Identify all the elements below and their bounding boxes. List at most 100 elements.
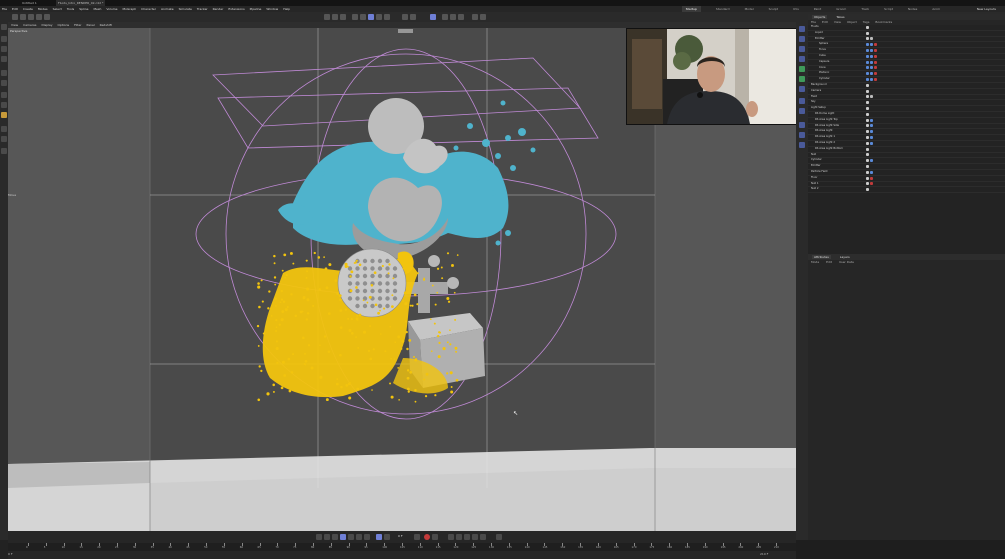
current-frame-field[interactable]: 0 F (398, 534, 403, 538)
menu-item[interactable]: Window (266, 7, 278, 11)
tag-icon[interactable] (866, 83, 869, 87)
rotate-tool-icon[interactable] (1, 46, 7, 52)
objects-menu-item[interactable]: Object (847, 20, 857, 24)
render-settings-icon[interactable] (340, 14, 346, 20)
tag-icon[interactable] (874, 66, 877, 70)
tag-icon[interactable] (870, 130, 873, 134)
scene-icon[interactable] (799, 86, 805, 92)
menu-item[interactable]: Help (283, 7, 290, 11)
field-icon[interactable] (799, 76, 805, 82)
viewport-menu-item[interactable]: Filter (74, 23, 81, 27)
tag-icon[interactable] (866, 153, 869, 157)
menu-item[interactable]: File (2, 7, 7, 11)
menu-item[interactable]: Select (53, 7, 62, 11)
render-icon[interactable] (332, 14, 338, 20)
autokey-icon[interactable] (432, 534, 438, 540)
tag-icon[interactable] (866, 72, 869, 76)
tab-objects[interactable]: Objects (812, 15, 828, 19)
tag-icon[interactable] (874, 48, 877, 52)
tag-icon[interactable] (870, 66, 873, 70)
goto-start-icon[interactable] (316, 534, 322, 540)
next-frame-icon[interactable] (348, 534, 354, 540)
tag-icon[interactable] (870, 159, 873, 163)
object-row[interactable]: Null 2 (808, 187, 1005, 194)
menu-item[interactable]: Volume (106, 7, 117, 11)
tag-icon[interactable] (870, 135, 873, 139)
objects-menu-item[interactable]: Edit (822, 20, 828, 24)
tag-icon[interactable] (866, 164, 869, 168)
objects-menu-item[interactable]: Bookmarks (875, 20, 892, 24)
attr-menu-user-data[interactable]: User Data (839, 260, 854, 264)
axis-x-icon[interactable] (28, 14, 34, 20)
objects-menu-item[interactable]: File (811, 20, 816, 24)
next-key-icon[interactable] (356, 534, 362, 540)
move-tool-icon[interactable] (1, 36, 7, 42)
tag-icon[interactable] (866, 48, 869, 52)
paint-tool-icon[interactable] (1, 112, 7, 118)
prev-frame-icon[interactable] (332, 534, 338, 540)
attr-menu-mode[interactable]: Mode (811, 260, 819, 264)
deformer-icon[interactable] (799, 56, 805, 62)
texture-mode-icon[interactable] (360, 14, 366, 20)
pen-tool-icon[interactable] (1, 92, 7, 98)
rotate-icon[interactable] (458, 14, 464, 20)
axis-z-icon[interactable] (44, 14, 50, 20)
tag-icon[interactable] (866, 43, 869, 47)
axis-y-icon[interactable] (36, 14, 42, 20)
tag-icon[interactable] (870, 95, 873, 99)
frame-start-field[interactable]: 0 F (8, 552, 13, 556)
points-mode-icon[interactable] (376, 14, 382, 20)
generator-icon[interactable] (799, 46, 805, 52)
menu-item[interactable]: MoGraph (123, 7, 137, 11)
play-icon[interactable] (340, 534, 346, 540)
scale-tool-icon[interactable] (1, 56, 7, 62)
tag-icon[interactable] (870, 170, 873, 174)
tag-icon[interactable] (870, 182, 873, 186)
menu-item[interactable]: Pipeline (250, 7, 262, 11)
menu-item[interactable]: Edit (12, 7, 18, 11)
menu-item[interactable]: Mesh (93, 7, 101, 11)
snap-icon[interactable] (402, 14, 408, 20)
tag-icon[interactable] (870, 72, 873, 76)
tag-icon[interactable] (866, 170, 869, 174)
gear-icon[interactable] (472, 14, 478, 20)
key-param-icon[interactable] (472, 534, 478, 540)
tag-icon[interactable] (866, 130, 869, 134)
tag-icon[interactable] (870, 43, 873, 47)
menu-item[interactable]: Modes (38, 7, 48, 11)
tag-icon[interactable] (870, 48, 873, 52)
timeline-settings-icon[interactable] (496, 534, 502, 540)
menu-item[interactable]: Render (213, 7, 224, 11)
prev-key-icon[interactable] (324, 534, 330, 540)
key-position-icon[interactable] (448, 534, 454, 540)
render-view-icon[interactable] (324, 14, 330, 20)
select-tool-icon[interactable] (1, 24, 7, 30)
tag-icon[interactable] (866, 141, 869, 145)
spline-tool-icon[interactable] (1, 102, 7, 108)
tag-icon[interactable] (866, 31, 869, 35)
menu-item[interactable]: Spline (79, 7, 88, 11)
render-icon-small[interactable] (799, 132, 805, 138)
simulation-icon[interactable] (799, 122, 805, 128)
select-icon[interactable] (430, 14, 436, 20)
tag-icon[interactable] (870, 124, 873, 128)
objects-menu-item[interactable]: View (834, 20, 841, 24)
tab-attributes[interactable]: Attributes (812, 255, 831, 259)
tag-icon[interactable] (866, 60, 869, 64)
tag-icon[interactable] (870, 141, 873, 145)
camera-icon[interactable] (799, 98, 805, 104)
menu-item[interactable]: Simulate (179, 7, 192, 11)
timeline-ruler[interactable]: 0 5 10 15 20 25 30 35 40 45 50 55 60 65 70 75 80 85 90 95 10… (8, 543, 796, 551)
key-pla-icon[interactable] (480, 534, 486, 540)
tag-icon[interactable] (874, 77, 877, 81)
spline-icon[interactable] (799, 36, 805, 42)
settings-icon[interactable] (480, 14, 486, 20)
tag-icon[interactable] (874, 72, 877, 76)
mograph-icon[interactable] (799, 66, 805, 72)
tag-icon[interactable] (866, 25, 869, 29)
tag-icon[interactable] (866, 159, 869, 163)
tab-layers[interactable]: Layers (840, 255, 850, 259)
tag-icon[interactable] (866, 182, 869, 186)
tag-icon[interactable] (870, 176, 873, 180)
attr-menu-edit[interactable]: Edit (826, 260, 832, 264)
